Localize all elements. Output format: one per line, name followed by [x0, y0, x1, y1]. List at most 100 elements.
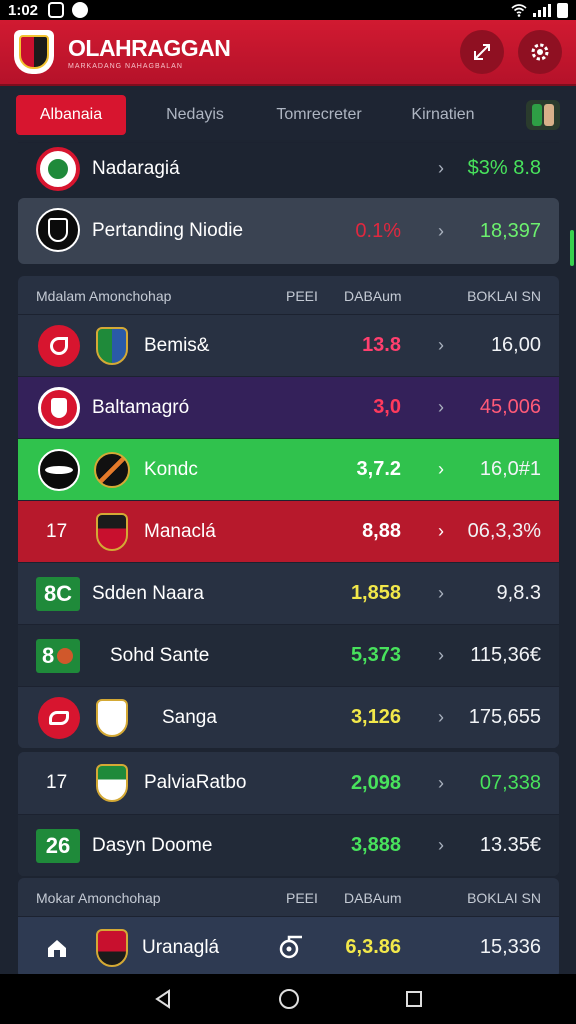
table-row[interactable]: Uranaglá 6,3.86 15,336	[18, 916, 559, 974]
table-header-2: Mokar Amonchohap PEEI DABAum BOKLAI SN	[18, 878, 559, 916]
team-name: PalviaRatbo	[144, 772, 247, 793]
share-button[interactable]	[460, 30, 504, 74]
gear-icon	[531, 43, 549, 61]
header-col-2: DABAum	[344, 288, 402, 304]
team-name: Sanga	[162, 706, 217, 728]
tab-tomrecreter[interactable]: Tomrecreter	[264, 95, 374, 135]
chevron-right-icon: ›	[438, 158, 444, 178]
tab-kirnatien[interactable]: Kirnatien	[388, 95, 498, 135]
team-crest-icon	[96, 929, 128, 967]
wifi-icon	[511, 3, 527, 17]
team-name: Sohd Sante	[110, 644, 210, 666]
team-logo-icon	[38, 449, 80, 491]
team-points: 16,00	[490, 334, 541, 356]
chevron-right-icon: ›	[438, 772, 444, 793]
battery-icon	[557, 2, 568, 18]
team-name: Pertanding Niodie	[92, 220, 244, 241]
team-crest-icon	[96, 764, 128, 802]
team-points: 115,36€	[470, 644, 541, 666]
team-points: 15,336	[479, 936, 541, 958]
team-rank: 17	[46, 772, 68, 793]
team-stat: 2,098	[350, 771, 401, 794]
gallery-icon	[48, 2, 65, 18]
team-value: $3% 8.8	[467, 157, 541, 179]
team-points: 45,006	[479, 396, 541, 418]
team-crest-icon	[94, 452, 130, 488]
header-col-3: BOKLAI SN	[467, 288, 541, 304]
chevron-right-icon: ›	[438, 835, 444, 855]
team-logo-icon	[36, 147, 80, 191]
team-percent: 0.1%	[355, 219, 401, 242]
team-stat: 8,88	[362, 520, 401, 542]
team-name: Nadaragiá	[92, 157, 180, 179]
status-time: 1:02	[8, 1, 39, 19]
app-header: OLAHRAGGAN MARKADANG NAHAGBALAN	[0, 20, 576, 86]
tab-albanaia[interactable]: Albanaia	[16, 95, 126, 135]
team-logo-icon	[36, 208, 80, 252]
table-row[interactable]: Kondc 3,7.2 › 16,0#1	[18, 438, 559, 500]
system-nav-bar	[0, 974, 576, 1024]
team-points: 16,0#1	[479, 458, 541, 480]
team-points: 175,655	[468, 706, 541, 728]
home-icon	[48, 940, 66, 957]
team-points: 07,338	[479, 771, 541, 794]
team-name: Uranaglá	[142, 936, 220, 958]
status-bar: 1:02	[0, 0, 576, 20]
team-stat: 3,7.2	[356, 458, 401, 480]
home-nav-icon[interactable]	[278, 988, 300, 1010]
team-points: 13.35€	[479, 834, 541, 856]
team-badge-icon: 26	[36, 829, 80, 863]
app-screen: OLAHRAGGAN MARKADANG NAHAGBALAN Albanaia…	[0, 20, 576, 974]
tab-nedayis[interactable]: Nedayis	[140, 95, 250, 135]
team-name: Kondc	[144, 458, 198, 480]
table-row[interactable]: 26 Dasyn Doome 3,888 › 13.35€	[18, 814, 559, 876]
team-name: Sdden Naara	[92, 582, 204, 604]
team-stat: 5,373	[350, 644, 401, 666]
team-badge-icon: 8	[36, 639, 80, 673]
table-row[interactable]: Sanga 3,126 › 175,655	[18, 686, 559, 748]
team-value: 18,397	[479, 219, 541, 242]
chevron-right-icon: ›	[438, 397, 444, 417]
featured-row-2[interactable]: Pertanding Niodie 0.1% › 18,397	[18, 198, 559, 264]
team-badge-text: 8	[42, 643, 55, 668]
table-row[interactable]: 17 Manaclá 8,88 › 06,3,3%	[18, 500, 559, 562]
team-logo-icon	[38, 387, 80, 429]
team-crest-icon	[96, 327, 128, 365]
app-tagline: MARKADANG NAHAGBALAN	[68, 62, 183, 70]
signal-icon	[533, 3, 551, 17]
featured-card: Pertanding Niodie 0.1% › 18,397	[18, 198, 559, 264]
recents-icon[interactable]	[405, 990, 423, 1008]
team-stat: 6,3.86	[345, 936, 401, 958]
club-logo	[14, 30, 54, 74]
table-row[interactable]: 8 Sohd Sante 5,373 › 115,36€	[18, 624, 559, 686]
team-stat: 1,858	[350, 582, 401, 604]
table-row[interactable]: Baltamagró 3,0 › 45,006	[18, 376, 559, 438]
team-name: Dasyn Doome	[92, 834, 213, 856]
header-title: Mdalam Amonchohap	[36, 288, 172, 304]
standings-card: Mdalam Amonchohap PEEI DABAum BOKLAI SN …	[18, 276, 559, 748]
table-row[interactable]: 17 PalviaRatbo 2,098 › 07,338	[18, 752, 559, 814]
table-row[interactable]: Bemis& 13.8 › 16,00	[18, 314, 559, 376]
table-row[interactable]: 8C Sdden Naara 1,858 › 9,8.3	[18, 562, 559, 624]
chevron-right-icon: ›	[438, 220, 444, 241]
tab-bar: Albanaia Nedayis Tomrecreter Kirnatien	[0, 90, 576, 140]
avatar[interactable]	[526, 100, 560, 130]
scrollbar[interactable]	[570, 230, 574, 266]
team-rank: 17	[46, 520, 68, 542]
settings-button[interactable]	[518, 30, 562, 74]
featured-row-1[interactable]: Nadaragiá › $3% 8.8	[18, 142, 559, 194]
chevron-right-icon: ›	[438, 335, 444, 355]
table-header: Mdalam Amonchohap PEEI DABAum BOKLAI SN	[18, 276, 559, 314]
team-logo-icon	[38, 697, 80, 739]
header-col-1: PEEI	[286, 890, 318, 906]
team-logo-icon	[38, 325, 80, 367]
team-points: 06,3,3%	[467, 520, 541, 542]
standings-card-2: 17 PalviaRatbo 2,098 › 07,338 26 Dasyn D…	[18, 752, 559, 876]
team-name: Baltamagró	[92, 396, 190, 418]
back-icon[interactable]	[153, 989, 173, 1009]
team-points: 9,8.3	[496, 582, 541, 604]
team-stat: 3,126	[350, 706, 401, 728]
team-stat: 13.8	[362, 334, 401, 356]
app-title: OLAHRAGGAN	[68, 34, 231, 61]
chevron-right-icon: ›	[438, 521, 444, 541]
